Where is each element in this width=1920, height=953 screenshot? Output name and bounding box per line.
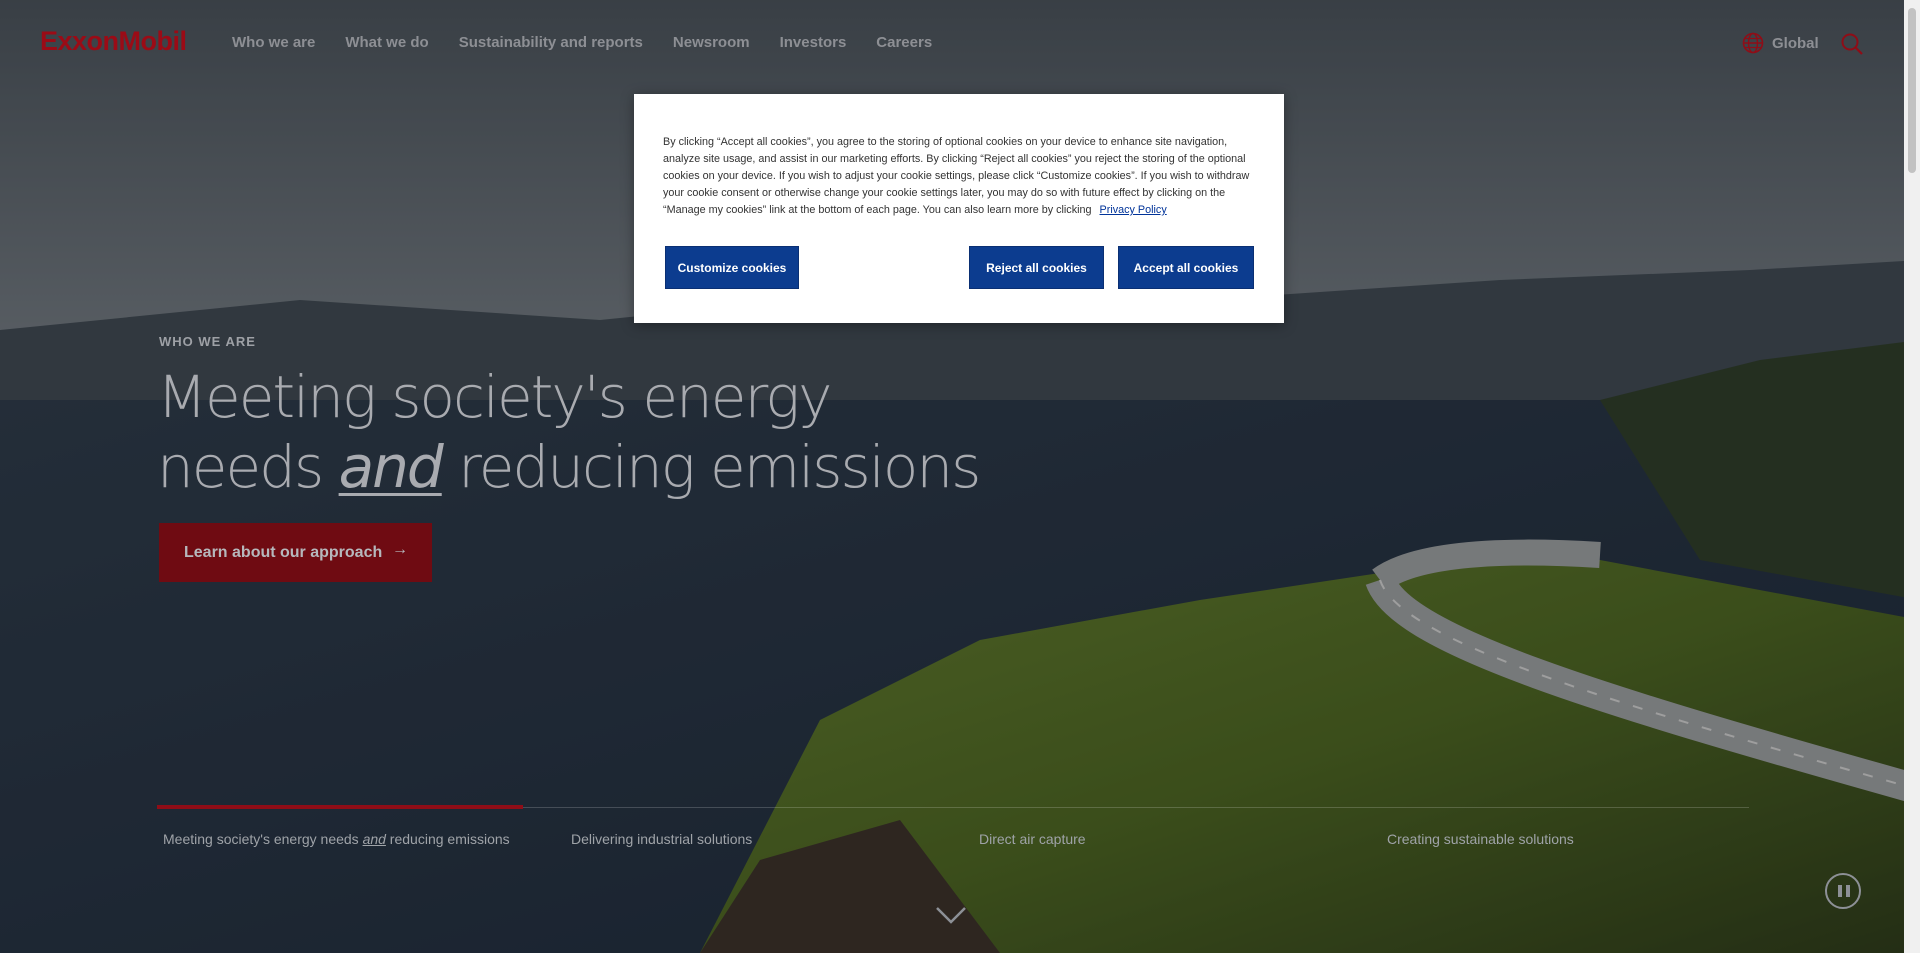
nav-newsroom[interactable]: Newsroom [673,34,750,51]
cookie-text-block: By clicking “Accept all cookies”, you ag… [663,134,1257,219]
headline-line-2-post: reducing emissions [441,433,981,501]
globe-icon [1742,32,1764,54]
reject-cookies-button[interactable]: Reject all cookies [969,246,1104,289]
pause-button[interactable] [1825,873,1861,909]
headline-line-2: needs and reducing emissions [157,432,1057,502]
carousel-tab-1-post: reducing emissions [385,831,510,847]
headline-line-2-pre: needs [157,433,339,501]
exxonmobil-logo[interactable]: ExxonMobil [40,26,187,57]
nav-what-we-do[interactable]: What we do [345,34,428,51]
page-scrollbar[interactable] [1904,0,1920,953]
carousel-tab-3[interactable]: Direct air capture [979,831,1086,847]
search-icon[interactable] [1840,32,1864,56]
hero-headline: Meeting society's energy needs and reduc… [157,362,1057,502]
carousel-tab-4[interactable]: Creating sustainable solutions [1387,831,1574,847]
site-header: ExxonMobil Who we are What we do Sustain… [0,0,1904,88]
pause-icon [1838,885,1842,897]
headline-line-1: Meeting society's energy [157,363,832,431]
scrollbar-thumb[interactable] [1908,8,1916,173]
cookie-consent-dialog: By clicking “Accept all cookies”, you ag… [634,94,1284,323]
accept-cookies-button[interactable]: Accept all cookies [1118,246,1254,289]
hero-eyebrow: WHO WE ARE [159,334,256,349]
customize-cookies-button[interactable]: Customize cookies [665,246,799,289]
privacy-policy-link[interactable]: Privacy Policy [1100,204,1167,216]
nav-investors[interactable]: Investors [780,34,847,51]
carousel-progress-active [157,805,523,809]
region-selector[interactable]: Global [1742,32,1819,54]
region-label: Global [1772,34,1819,52]
cta-label: Learn about our approach [184,543,383,561]
learn-approach-button[interactable]: Learn about our approach → [159,523,432,582]
nav-sustainability[interactable]: Sustainability and reports [459,34,643,51]
carousel-progress-track [157,805,1749,809]
arrow-right-icon: → [392,541,408,558]
chevron-down-icon[interactable] [935,905,967,925]
carousel-tab-1-em: and [362,831,386,847]
carousel-tab-2[interactable]: Delivering industrial solutions [571,831,752,847]
pause-icon-bar [1846,885,1850,897]
main-nav: Who we are What we do Sustainability and… [232,34,962,51]
carousel-tab-1[interactable]: Meeting society's energy needs and reduc… [163,831,510,847]
carousel-tab-1-pre: Meeting society's energy needs [163,831,363,847]
nav-careers[interactable]: Careers [876,34,932,51]
nav-who-we-are[interactable]: Who we are [232,34,315,51]
headline-emphasis: and [338,433,444,501]
